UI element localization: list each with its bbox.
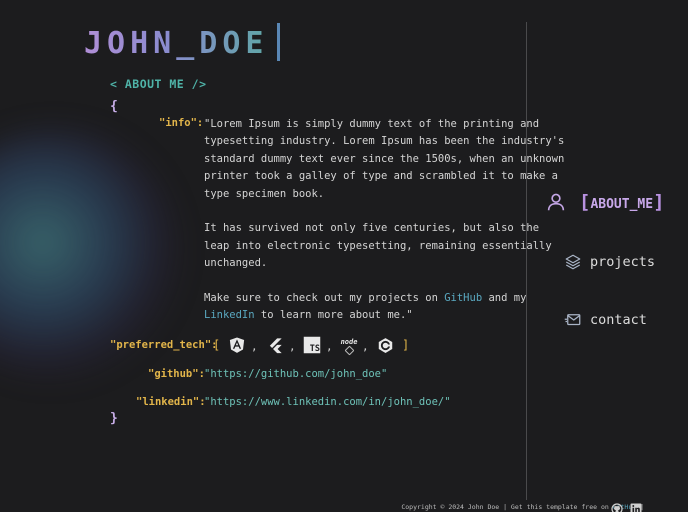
- separator: ,: [289, 340, 296, 353]
- vertical-divider: [526, 22, 527, 500]
- info-line: type specimen book.: [204, 187, 325, 200]
- bracket-close: ]: [653, 191, 665, 213]
- info-text-fragment: and my: [482, 292, 527, 305]
- linkedin-icon[interactable]: [630, 500, 642, 512]
- typescript-icon: TS: [303, 336, 321, 354]
- info-line: leap into electronic typesetting, remain…: [204, 239, 552, 252]
- nodejs-hexagon-icon: [344, 345, 355, 356]
- nav-contact[interactable]: contact: [562, 309, 647, 331]
- footer: Copyright © 2024 John Doe | Get this tem…: [401, 503, 644, 511]
- info-key: "info":: [159, 117, 204, 129]
- nodejs-icon: node: [339, 336, 359, 356]
- info-paragraph-1: "Lorem Ipsum is simply dummy text of the…: [204, 116, 564, 203]
- github-url[interactable]: "https://github.com/john_doe": [204, 368, 387, 380]
- typescript-label: TS: [309, 344, 320, 354]
- open-brace: {: [110, 99, 118, 114]
- footer-copyright: Copyright © 2024 John Doe | Get this tem…: [401, 503, 613, 511]
- mail-icon: [562, 309, 584, 331]
- layers-icon: [562, 251, 584, 273]
- linkedin-key: "linkedin":: [136, 396, 206, 408]
- github-key: "github":: [148, 368, 205, 380]
- info-paragraph-2: It has survived not only five centuries,…: [204, 220, 552, 272]
- separator: ,: [326, 340, 333, 353]
- linkedin-url[interactable]: "https://www.linkedin.com/in/john_doe/": [204, 396, 451, 408]
- page: JOHN_DOE < ABOUT ME /> { "info": "Lorem …: [0, 0, 688, 512]
- nav-projects[interactable]: projects: [562, 251, 655, 273]
- page-title: JOHN_DOE: [84, 24, 269, 64]
- github-icon[interactable]: [611, 500, 623, 512]
- separator: ,: [362, 340, 369, 353]
- info-line: It has survived not only five centuries,…: [204, 222, 540, 235]
- preferred-tech-key: "preferred_tech":: [110, 339, 218, 351]
- typing-cursor: [277, 23, 280, 61]
- info-line: standard dummy text ever since the 1500s…: [204, 152, 565, 165]
- nav-contact-label: contact: [590, 312, 647, 328]
- info-line: unchanged.: [204, 257, 268, 270]
- info-text-fragment: to learn more about me.": [254, 309, 413, 322]
- close-brace: }: [110, 411, 118, 426]
- github-link[interactable]: GitHub: [444, 292, 482, 304]
- info-line: typesetting industry. Lorem Ipsum has be…: [204, 135, 565, 148]
- c-language-icon: [376, 336, 394, 354]
- info-text-fragment: Make sure to check out my projects on: [204, 292, 445, 305]
- angular-icon: [228, 336, 246, 354]
- close-bracket: ]: [402, 338, 410, 352]
- nav-about-me-label: [ABOUT_ME]: [579, 191, 665, 213]
- user-icon: [545, 191, 567, 213]
- separator: ,: [251, 340, 258, 353]
- flutter-icon: [266, 336, 284, 354]
- info-line: "Lorem Ipsum is simply dummy text of the…: [204, 118, 540, 130]
- info-line: printer took a galley of type and scramb…: [204, 170, 559, 183]
- open-bracket: [: [213, 338, 221, 352]
- bracket-open: [: [579, 191, 591, 213]
- nav-about-me-text: ABOUT_ME: [590, 197, 654, 212]
- nav-projects-label: projects: [590, 254, 656, 270]
- info-paragraph-3: Make sure to check out my projects on Gi…: [204, 290, 534, 325]
- section-heading: < ABOUT ME />: [110, 77, 207, 91]
- info-value: "Lorem Ipsum is simply dummy text of the…: [204, 116, 564, 342]
- linkedin-link[interactable]: LinkedIn: [204, 309, 255, 321]
- nav-about-me[interactable]: [ABOUT_ME]: [545, 191, 665, 213]
